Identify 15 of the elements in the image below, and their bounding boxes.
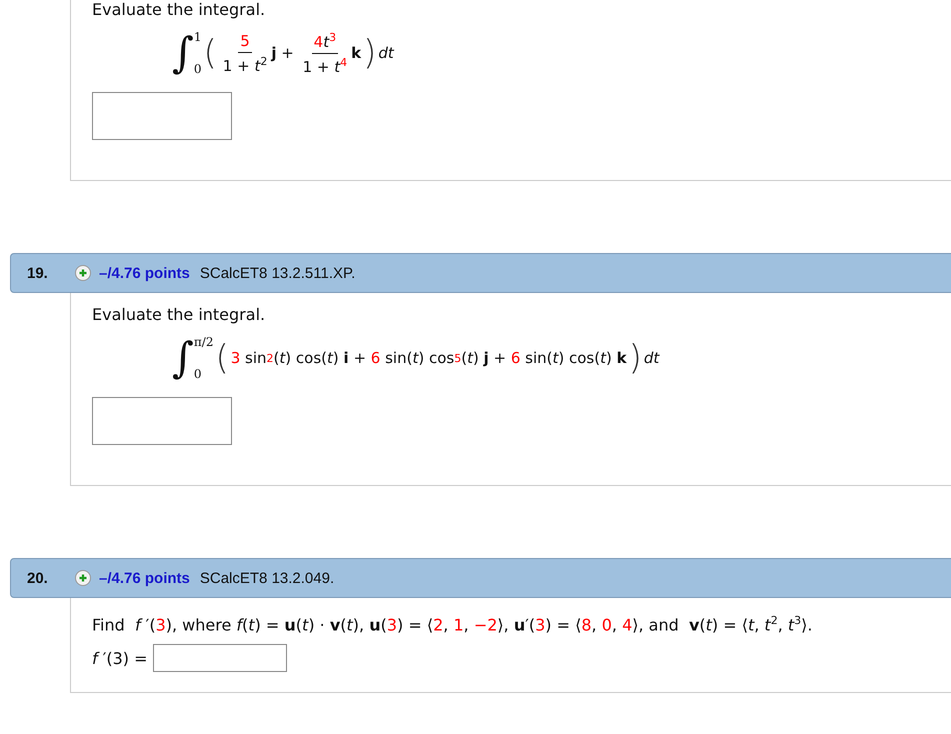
question-number: 19. (27, 264, 49, 282)
question-prompt: Evaluate the integral. (92, 305, 266, 325)
plus-icon[interactable] (75, 570, 91, 586)
answer-label: f ′(3) = (92, 648, 149, 668)
points-link[interactable]: –/4.76 points (99, 264, 190, 282)
question-code: SCalcET8 13.2.511.XP. (200, 264, 356, 282)
answer-field[interactable] (92, 397, 232, 445)
answer-field[interactable] (92, 92, 232, 140)
points-link[interactable]: –/4.76 points (99, 570, 190, 586)
answer-field[interactable] (152, 644, 287, 672)
question-prompt: Evaluate the integral. (92, 0, 266, 20)
plus-icon[interactable] (75, 265, 91, 281)
question-code: SCalcET8 13.2.049. (200, 570, 334, 586)
question-number: 20. (27, 570, 49, 586)
question-text: Find f ′(3), where f(t) = u(t) · v(t), u(3) = ⟨2, 1, −2⟩, u′(3) = ⟨8, 0, 4⟩, and v(t) = ⟨t, t$^{2}$, t$^{3}$⟩. (92, 613, 814, 636)
